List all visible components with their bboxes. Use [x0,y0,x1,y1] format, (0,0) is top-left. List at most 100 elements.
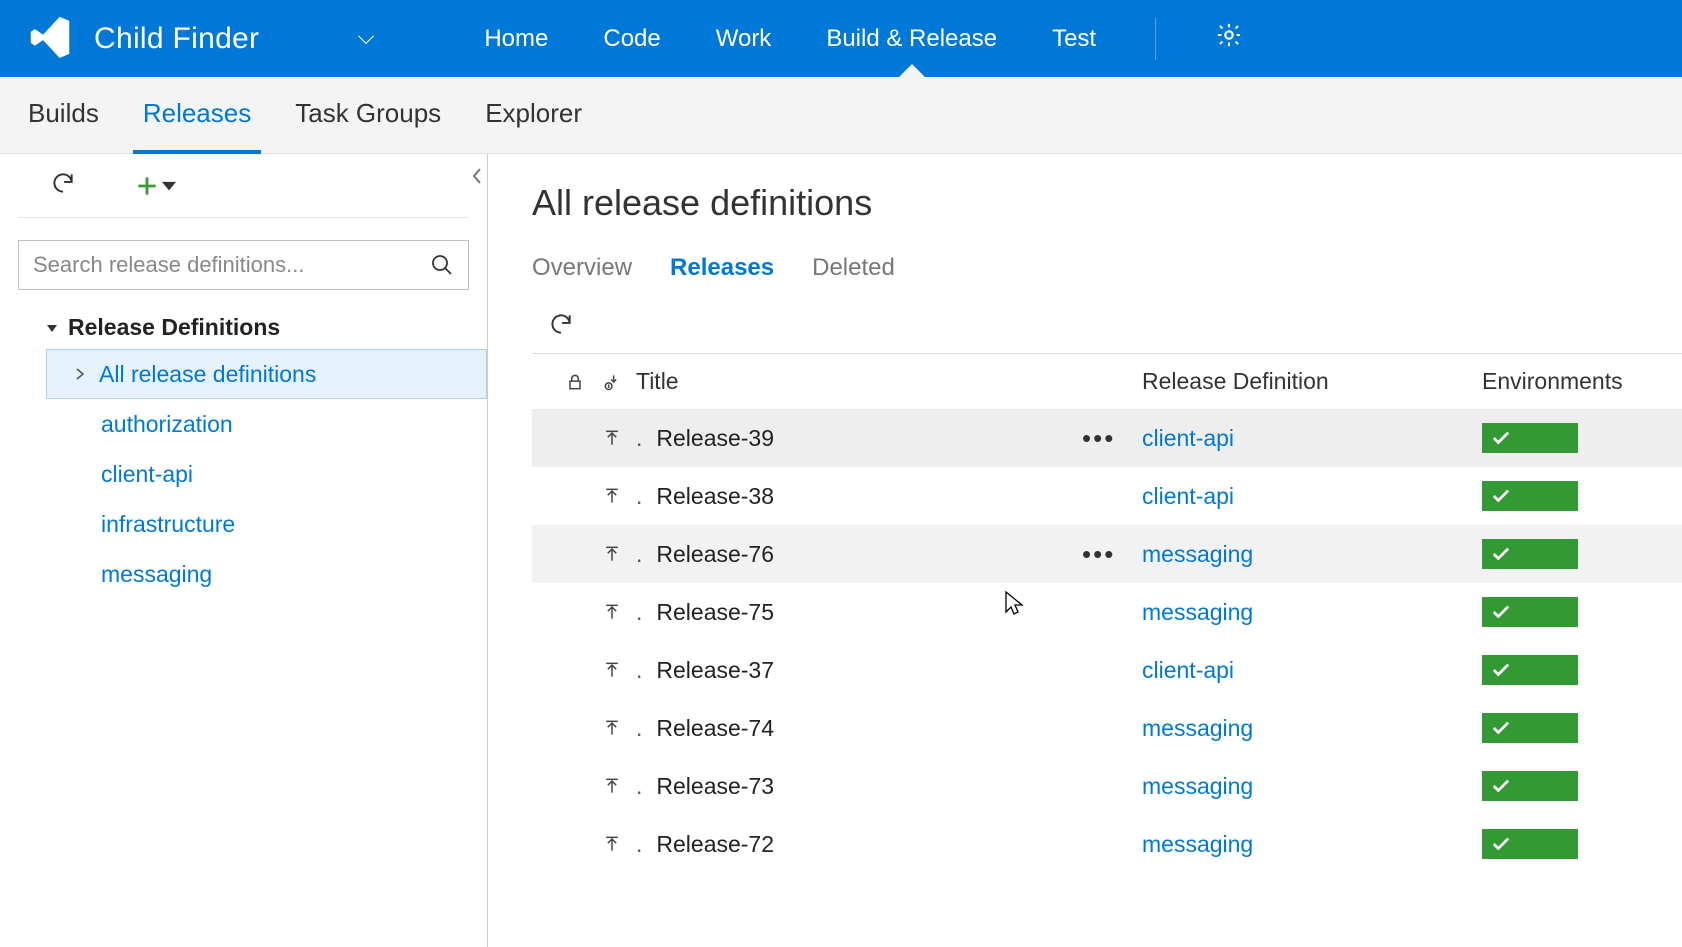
caret-right-icon [75,368,85,380]
hub-work[interactable]: Work [716,0,772,77]
search-icon [430,253,454,277]
release-row[interactable]: . Release-38 client-api [532,467,1682,525]
refresh-button[interactable] [50,170,76,201]
info-download-icon [588,372,636,392]
col-environments[interactable]: Environments [1482,354,1682,409]
release-row[interactable]: . Release-39 ••• client-api [532,409,1682,467]
more-actions-button[interactable]: ••• [1082,423,1115,453]
pivot-deleted[interactable]: Deleted [812,254,895,288]
up-arrow-icon [588,428,636,448]
environment-status[interactable] [1482,597,1578,627]
table-refresh-button[interactable] [548,311,574,337]
check-icon [1492,663,1510,677]
project-name[interactable]: Child Finder [94,22,259,56]
hub-test[interactable]: Test [1052,0,1096,77]
search-input[interactable] [33,252,430,278]
release-title[interactable]: . Release-73 [636,773,1082,800]
subtab-releases[interactable]: Releases [143,77,251,154]
environment-status[interactable] [1482,539,1578,569]
up-arrow-icon [588,776,636,796]
release-title[interactable]: . Release-76 [636,541,1082,568]
environment-status[interactable] [1482,771,1578,801]
col-title[interactable]: Title [636,354,1082,409]
vs-logo-icon [28,14,94,63]
search-box[interactable] [18,240,469,290]
up-arrow-icon [588,602,636,622]
definition-link[interactable]: client-api [1142,425,1234,451]
definition-link[interactable]: messaging [1142,773,1253,799]
tree-root-label: Release Definitions [68,314,280,341]
workspace: Release Definitions All release definiti… [0,154,1682,947]
release-title[interactable]: . Release-75 [636,599,1082,626]
plus-icon [134,173,160,199]
subtab-explorer[interactable]: Explorer [485,77,582,154]
project-dropdown[interactable] [259,26,429,52]
add-button[interactable] [134,173,176,199]
separator-dot-icon: . [636,715,642,742]
release-row[interactable]: . Release-76 ••• messaging [532,525,1682,583]
definition-tree: Release Definitions All release definiti… [0,302,487,599]
col-definition[interactable]: Release Definition [1142,354,1482,409]
pivot-overview[interactable]: Overview [532,254,632,288]
definition-link[interactable]: client-api [1142,483,1234,509]
tree-item-label: authorization [101,411,233,438]
tree-item-label: infrastructure [101,511,235,538]
definition-link[interactable]: messaging [1142,599,1253,625]
separator-dot-icon: . [636,483,642,510]
release-row[interactable]: . Release-74 messaging [532,699,1682,757]
top-header: Child Finder Home Code Work Build & Rele… [0,0,1682,77]
environment-status[interactable] [1482,481,1578,511]
subtab-task-groups[interactable]: Task Groups [295,77,441,154]
subtab-builds[interactable]: Builds [28,77,99,154]
up-arrow-icon [588,544,636,564]
check-icon [1492,779,1510,793]
tree-item-infrastructure[interactable]: infrastructure [46,499,487,549]
collapse-sidebar-button[interactable] [466,162,488,190]
check-icon [1492,431,1510,445]
tree-item-all[interactable]: All release definitions [46,349,487,399]
gear-icon[interactable] [1215,21,1243,56]
tree-item-authorization[interactable]: authorization [46,399,487,449]
release-row[interactable]: . Release-37 client-api [532,641,1682,699]
release-row[interactable]: . Release-72 messaging [532,815,1682,873]
release-title[interactable]: . Release-37 [636,657,1082,684]
tree-item-messaging[interactable]: messaging [46,549,487,599]
disclosure-triangle-icon [46,322,58,334]
release-title[interactable]: . Release-72 [636,831,1082,858]
chevron-down-icon [353,26,379,52]
hub-code[interactable]: Code [603,0,660,77]
lock-icon [562,372,588,392]
release-title[interactable]: . Release-38 [636,483,1082,510]
hub-home[interactable]: Home [484,0,548,77]
check-icon [1492,547,1510,561]
environment-status[interactable] [1482,655,1578,685]
separator-dot-icon: . [636,599,642,626]
tree-root-node[interactable]: Release Definitions [46,308,487,347]
release-title[interactable]: . Release-74 [636,715,1082,742]
nav-divider [1155,18,1156,60]
definition-link[interactable]: client-api [1142,657,1234,683]
up-arrow-icon [588,486,636,506]
environment-status[interactable] [1482,713,1578,743]
release-row[interactable]: . Release-75 messaging [532,583,1682,641]
separator-dot-icon: . [636,657,642,684]
tree-children: All release definitions authorization cl… [46,349,487,599]
environment-status[interactable] [1482,423,1578,453]
environment-status[interactable] [1482,829,1578,859]
pivot-releases[interactable]: Releases [670,254,774,288]
sub-nav: Builds Releases Task Groups Explorer [0,77,1682,154]
check-icon [1492,605,1510,619]
up-arrow-icon [588,718,636,738]
more-actions-button[interactable]: ••• [1082,539,1115,569]
definition-link[interactable]: messaging [1142,541,1253,567]
separator-dot-icon: . [636,541,642,568]
release-row[interactable]: . Release-73 messaging [532,757,1682,815]
check-icon [1492,721,1510,735]
definition-link[interactable]: messaging [1142,831,1253,857]
definition-link[interactable]: messaging [1142,715,1253,741]
hub-build-release[interactable]: Build & Release [826,0,997,77]
table-header-row: Title Release Definition Environments [532,354,1682,409]
tree-item-client-api[interactable]: client-api [46,449,487,499]
release-title[interactable]: . Release-39 [636,425,1082,452]
hub-nav: Home Code Work Build & Release Test [484,0,1243,77]
